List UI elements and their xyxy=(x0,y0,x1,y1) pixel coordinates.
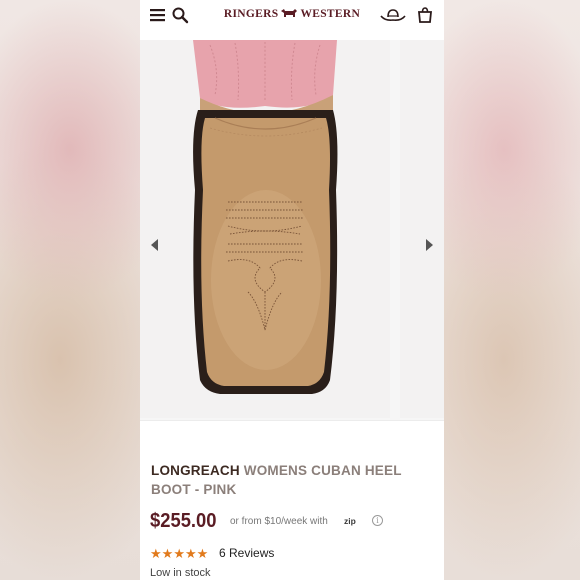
star-icon: ★ xyxy=(184,546,197,561)
star-icon: ★ xyxy=(196,546,209,561)
shopping-bag-icon[interactable] xyxy=(416,6,434,24)
gallery-divider xyxy=(140,420,444,421)
product-image-next-peek[interactable] xyxy=(400,40,444,418)
star-icon: ★ xyxy=(161,546,174,561)
star-icon: ★ xyxy=(173,546,185,561)
stock-status: Low in stock xyxy=(150,567,211,579)
info-icon[interactable]: i xyxy=(372,515,383,526)
site-header: RINGERS WESTERN xyxy=(140,0,444,34)
brand-logo-left: RINGERS xyxy=(223,8,279,20)
reviews-link[interactable]: 6 Reviews xyxy=(219,546,274,560)
product-name-line1: WOMENS CUBAN HEEL xyxy=(243,463,402,478)
product-image-main[interactable] xyxy=(140,40,390,418)
zip-logo: zip xyxy=(344,516,356,526)
product-price: $255.00 xyxy=(150,510,217,532)
product-name-line2: BOOT - PINK xyxy=(151,481,237,497)
chevron-right-icon[interactable] xyxy=(424,238,434,251)
product-title: LONGREACH WOMENS CUBAN HEEL BOOT - PINK xyxy=(151,462,436,499)
installment-text: or from $10/week with xyxy=(230,516,328,527)
blurred-backdrop-left xyxy=(0,0,140,580)
chevron-left-icon[interactable] xyxy=(150,238,160,251)
product-brand: LONGREACH xyxy=(151,463,240,478)
bull-icon xyxy=(280,8,298,22)
blurred-backdrop-right xyxy=(444,0,580,580)
star-icon: ★ xyxy=(150,546,162,561)
rating-stars[interactable]: ★★★★★ xyxy=(150,545,209,561)
cowboy-hat-icon[interactable] xyxy=(379,6,407,24)
product-page: RINGERS WESTERN LONGREACH WOMENS CUBAN H… xyxy=(140,0,444,580)
brand-logo-right: WESTERN xyxy=(300,8,361,20)
product-image-gallery[interactable] xyxy=(140,40,444,420)
